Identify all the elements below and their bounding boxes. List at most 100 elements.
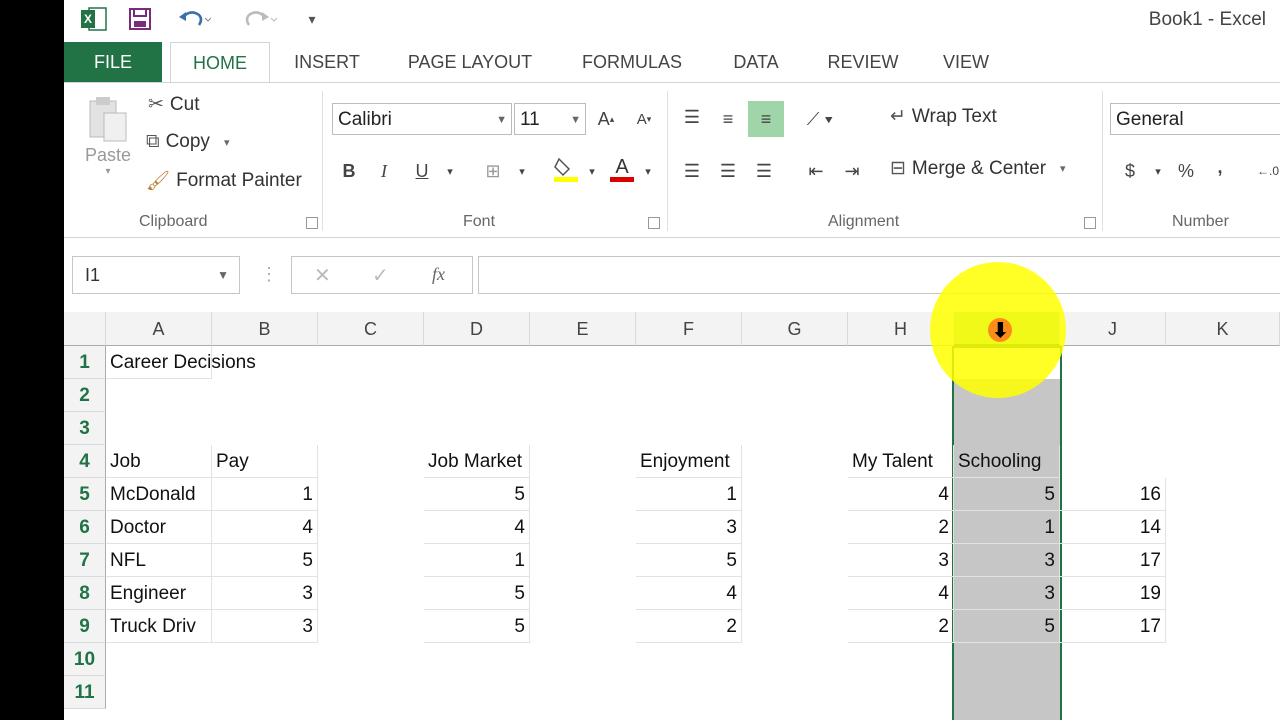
cell-b9[interactable]: 3 (212, 610, 318, 643)
cell-j7[interactable]: 17 (1060, 544, 1166, 577)
column-header-c[interactable]: C (318, 312, 424, 346)
cell-h7[interactable]: 3 (848, 544, 954, 577)
currency-dropdown-icon[interactable]: ▾ (1144, 157, 1172, 185)
column-header-j[interactable]: J (1060, 312, 1166, 346)
copy-dropdown-icon[interactable]: ▾ (224, 136, 230, 149)
column-header-d[interactable]: D (424, 312, 530, 346)
align-left-icon[interactable]: ☰ (678, 157, 706, 185)
tab-review[interactable]: REVIEW (820, 42, 906, 82)
formula-input[interactable] (478, 256, 1280, 294)
column-header-b[interactable]: B (212, 312, 318, 346)
cell-h9[interactable]: 2 (848, 610, 954, 643)
column-header-g[interactable]: G (742, 312, 848, 346)
cell-a6[interactable]: Doctor (106, 511, 212, 544)
cell-f4[interactable]: Enjoyment (636, 445, 742, 478)
cell-f9[interactable]: 2 (636, 610, 742, 643)
row-header-5[interactable]: 5 (64, 478, 106, 511)
font-launcher-icon[interactable] (648, 217, 660, 229)
underline-button[interactable]: U (408, 157, 436, 185)
tab-view[interactable]: VIEW (934, 42, 998, 82)
cell-a9[interactable]: Truck Driv (106, 610, 212, 643)
redo-icon[interactable] (240, 6, 280, 32)
number-format-select[interactable]: General (1110, 103, 1280, 135)
cell-b5[interactable]: 1 (212, 478, 318, 511)
tab-data[interactable]: DATA (720, 42, 792, 82)
cell-a4[interactable]: Job (106, 445, 212, 478)
splitter-icon[interactable]: ⋮ (260, 264, 278, 285)
cell-b7[interactable]: 5 (212, 544, 318, 577)
borders-icon[interactable]: ⊞ (479, 157, 507, 185)
undo-icon[interactable] (174, 6, 214, 32)
cell-h4[interactable]: My Talent (848, 445, 954, 478)
cell-i7[interactable]: 3 (954, 544, 1060, 577)
tab-insert[interactable]: INSERT (282, 42, 372, 82)
cell-i9[interactable]: 5 (954, 610, 1060, 643)
tab-home[interactable]: HOME (170, 42, 270, 84)
cell-d4[interactable]: Job Market (424, 445, 530, 478)
paste-button[interactable]: Paste ▾ (80, 95, 136, 191)
merge-dropdown-icon[interactable]: ▾ (1060, 162, 1066, 175)
align-middle-icon[interactable]: ≡ (714, 105, 742, 133)
enter-icon[interactable]: ✓ (372, 263, 389, 288)
align-center-icon[interactable]: ☰ (714, 157, 742, 185)
cell-h8[interactable]: 4 (848, 577, 954, 610)
clipboard-launcher-icon[interactable] (306, 217, 318, 229)
cell-h5[interactable]: 4 (848, 478, 954, 511)
percent-button[interactable]: % (1172, 157, 1200, 185)
cell-f7[interactable]: 5 (636, 544, 742, 577)
row-header-1[interactable]: 1 (64, 346, 106, 379)
cell-a1[interactable]: Career Decisions (106, 346, 256, 379)
cell-j5[interactable]: 16 (1060, 478, 1166, 511)
format-painter-button[interactable]: 🖌 Format Painter (146, 169, 302, 193)
wrap-text-button[interactable]: ↵ Wrap Text (890, 105, 997, 128)
fill-color-icon[interactable] (552, 155, 580, 183)
increase-decimal-icon[interactable]: ←.0 (1254, 157, 1280, 185)
copy-button[interactable]: ⧉ Copy ▾ (146, 131, 229, 153)
save-icon[interactable] (126, 6, 154, 32)
column-header-a[interactable]: A (106, 312, 212, 346)
select-all-corner[interactable] (64, 312, 106, 346)
align-right-icon[interactable]: ☰ (750, 157, 778, 185)
cell-i6[interactable]: 1 (954, 511, 1060, 544)
customize-qat-icon[interactable]: ▾ (302, 6, 322, 32)
insert-function-icon[interactable]: fx (432, 264, 445, 285)
font-color-dropdown-icon[interactable]: ▾ (634, 157, 662, 185)
column-header-f[interactable]: F (636, 312, 742, 346)
cell-b6[interactable]: 4 (212, 511, 318, 544)
cell-j9[interactable]: 17 (1060, 610, 1166, 643)
name-box[interactable]: I1 ▼ (72, 256, 240, 294)
cell-d6[interactable]: 4 (424, 511, 530, 544)
column-header-k[interactable]: K (1166, 312, 1280, 346)
cell-d9[interactable]: 5 (424, 610, 530, 643)
shrink-font-icon[interactable]: A ▾ (630, 105, 658, 133)
cell-j6[interactable]: 14 (1060, 511, 1166, 544)
cell-f6[interactable]: 3 (636, 511, 742, 544)
grow-font-icon[interactable]: A ▴ (592, 105, 620, 133)
borders-dropdown-icon[interactable]: ▾ (508, 157, 536, 185)
cell-f5[interactable]: 1 (636, 478, 742, 511)
italic-button[interactable]: I (370, 157, 398, 185)
bold-button[interactable]: B (335, 157, 363, 185)
tab-page-layout[interactable]: PAGE LAYOUT (396, 42, 544, 82)
spreadsheet-grid[interactable]: A B C D E F G H I J K 1 2 3 4 5 6 7 8 9 … (64, 262, 1280, 720)
cell-d5[interactable]: 5 (424, 478, 530, 511)
cell-d7[interactable]: 1 (424, 544, 530, 577)
row-header-2[interactable]: 2 (64, 379, 106, 412)
column-header-e[interactable]: E (530, 312, 636, 346)
cell-i4[interactable]: Schooling (954, 445, 1060, 478)
merge-center-button[interactable]: ⊟ Merge & Center ▾ (890, 157, 1066, 180)
chevron-down-icon[interactable]: ▼ (217, 257, 229, 293)
cell-h6[interactable]: 2 (848, 511, 954, 544)
cell-j8[interactable]: 19 (1060, 577, 1166, 610)
increase-indent-icon[interactable]: ⇥ (838, 157, 866, 185)
row-header-11[interactable]: 11 (64, 676, 106, 709)
comma-button[interactable]: , (1206, 153, 1234, 181)
cell-i5[interactable]: 5 (954, 478, 1060, 511)
tab-file[interactable]: FILE (64, 42, 162, 82)
cell-a7[interactable]: NFL (106, 544, 212, 577)
cell-b4[interactable]: Pay (212, 445, 318, 478)
cell-b8[interactable]: 3 (212, 577, 318, 610)
fill-dropdown-icon[interactable]: ▾ (578, 157, 606, 185)
orientation-icon[interactable]: ⟋ ▾ (800, 105, 840, 133)
alignment-launcher-icon[interactable] (1084, 217, 1096, 229)
